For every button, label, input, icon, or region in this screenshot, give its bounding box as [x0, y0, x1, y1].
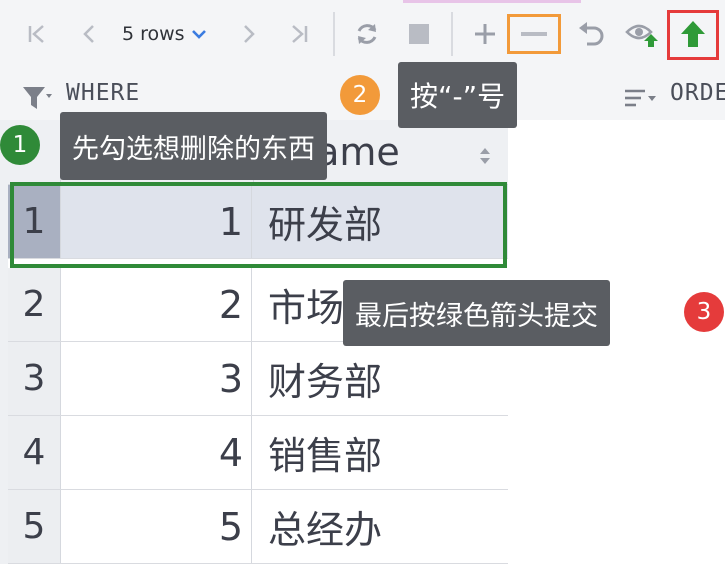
order-label[interactable]: ORDE	[670, 80, 725, 106]
stop-icon[interactable]	[404, 14, 434, 54]
cell-id[interactable]: 2	[60, 268, 252, 341]
last-page-icon[interactable]	[284, 14, 314, 54]
sort-order-icon[interactable]	[620, 78, 660, 118]
revert-icon[interactable]	[574, 14, 608, 54]
cell-name[interactable]: 销售部	[260, 416, 508, 489]
cell-id[interactable]: 3	[60, 342, 252, 415]
add-row-icon[interactable]	[470, 14, 500, 54]
toolbar-divider	[333, 12, 335, 56]
annotation-callout-2: 按“-”号	[398, 62, 518, 128]
annotation-badge-2: 2	[340, 75, 380, 115]
cell-name[interactable]: 财务部	[260, 342, 508, 415]
annotation-badge-1: 1	[0, 125, 40, 165]
preview-icon[interactable]	[624, 14, 660, 54]
row-number[interactable]: 2	[8, 268, 61, 341]
table-row[interactable]: 4 4 销售部	[8, 416, 508, 490]
row-number[interactable]: 4	[8, 416, 61, 489]
sort-arrows-icon[interactable]	[478, 146, 492, 170]
cell-id[interactable]: 4	[60, 416, 252, 489]
refresh-icon[interactable]	[350, 14, 384, 54]
delete-highlight-box	[507, 14, 561, 54]
submit-highlight-box	[667, 10, 719, 60]
row-number[interactable]: 5	[8, 490, 61, 563]
cell-id[interactable]: 5	[60, 490, 252, 563]
grid-gutter	[0, 120, 8, 564]
first-page-icon[interactable]	[22, 14, 52, 54]
filter-icon[interactable]	[20, 78, 54, 118]
row-number[interactable]: 3	[8, 342, 61, 415]
annotation-badge-3: 3	[684, 292, 724, 332]
table-row[interactable]: 5 5 总经办	[8, 490, 508, 564]
next-page-icon[interactable]	[234, 14, 264, 54]
toolbar-divider	[451, 12, 453, 56]
rows-label: 5 rows	[122, 23, 185, 45]
annotation-callout-1: 先勾选想删除的东西	[60, 112, 327, 180]
annotation-callout-3: 最后按绿色箭头提交	[343, 280, 610, 346]
rows-selector[interactable]: 5 rows	[122, 18, 207, 50]
where-label[interactable]: WHERE	[66, 80, 140, 106]
table-row[interactable]: 3 3 财务部	[8, 342, 508, 416]
selected-row-highlight-box	[10, 182, 507, 268]
chevron-down-icon	[191, 23, 207, 45]
prev-page-icon[interactable]	[74, 14, 104, 54]
cell-name[interactable]: 总经办	[260, 490, 508, 563]
active-tab-indicator	[403, 0, 581, 3]
